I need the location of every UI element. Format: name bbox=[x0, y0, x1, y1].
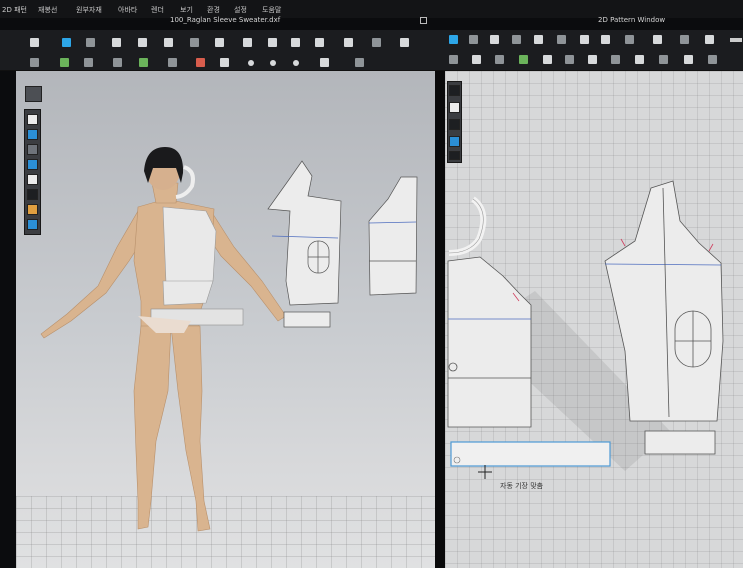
topstitch-icon[interactable] bbox=[196, 58, 205, 67]
grade-icon[interactable] bbox=[580, 35, 589, 44]
ruler-icon[interactable] bbox=[730, 38, 742, 42]
free-sew-icon[interactable] bbox=[84, 58, 93, 67]
menu-item-2d-pattern[interactable]: 2D 패턴 bbox=[2, 5, 27, 15]
menu-item-materials[interactable]: 원부자재 bbox=[76, 5, 102, 15]
steam-icon[interactable] bbox=[344, 38, 353, 47]
add-point-icon[interactable] bbox=[469, 35, 478, 44]
menu-item-avatar[interactable]: 아바타 bbox=[118, 5, 137, 15]
symmetry-icon[interactable] bbox=[705, 35, 714, 44]
sew-2d-icon[interactable] bbox=[449, 55, 458, 64]
pattern-collar[interactable] bbox=[448, 196, 487, 256]
fabric-2d-icon[interactable] bbox=[543, 55, 552, 64]
tack-on-avatar-icon[interactable] bbox=[139, 58, 148, 67]
rectangle-icon[interactable] bbox=[512, 35, 521, 44]
measure-icon[interactable] bbox=[268, 38, 277, 47]
segment-icon[interactable] bbox=[490, 35, 499, 44]
toolbar-2d bbox=[435, 30, 743, 71]
button-icon[interactable] bbox=[400, 38, 409, 47]
mirror-icon[interactable] bbox=[684, 55, 693, 64]
zip-icon[interactable] bbox=[372, 38, 381, 47]
main-window-title: 100_Raglan Sleeve Sweater.dxf bbox=[170, 16, 281, 24]
select-icon[interactable] bbox=[86, 38, 95, 47]
menu-item-settings[interactable]: 설정 bbox=[234, 5, 247, 15]
piping-icon[interactable] bbox=[220, 58, 229, 67]
cut-icon[interactable] bbox=[635, 55, 644, 64]
garment-hem[interactable] bbox=[162, 280, 214, 306]
check-2d-icon[interactable] bbox=[495, 55, 504, 64]
check-sew-icon[interactable] bbox=[113, 58, 122, 67]
edit-pattern-icon[interactable] bbox=[449, 35, 458, 44]
pleat-icon[interactable] bbox=[168, 58, 177, 67]
menu-item-help[interactable]: 도움말 bbox=[262, 5, 281, 15]
fold-icon[interactable] bbox=[112, 38, 121, 47]
topstitch-2d-icon[interactable] bbox=[519, 55, 528, 64]
marker-icon[interactable] bbox=[708, 55, 717, 64]
buttonhole-icon[interactable] bbox=[270, 60, 276, 66]
garment-front[interactable] bbox=[162, 206, 217, 284]
viewport-3d[interactable] bbox=[16, 71, 447, 568]
trim-icon[interactable] bbox=[355, 58, 364, 67]
multi-sew-icon[interactable] bbox=[472, 55, 481, 64]
pattern-piece-3d-back[interactable] bbox=[368, 176, 418, 296]
menu-item-render[interactable]: 렌더 bbox=[151, 5, 164, 15]
pattern-piece-3d-front[interactable] bbox=[267, 160, 342, 328]
trace-icon[interactable] bbox=[611, 55, 620, 64]
body-icon[interactable] bbox=[291, 38, 300, 47]
ellipse-icon[interactable] bbox=[534, 35, 543, 44]
pattern-piece-band[interactable] bbox=[450, 441, 611, 467]
add-button-icon[interactable] bbox=[248, 60, 254, 66]
pattern-window-2d[interactable]: 자동 기장 맞춤 bbox=[445, 71, 743, 568]
avatar-icon[interactable] bbox=[215, 38, 224, 47]
slash-icon[interactable] bbox=[659, 55, 668, 64]
seam-icon[interactable] bbox=[601, 35, 610, 44]
graphic-icon[interactable] bbox=[320, 58, 329, 67]
arrange-icon[interactable] bbox=[190, 38, 199, 47]
segment-sew-icon[interactable] bbox=[60, 58, 69, 67]
pattern-piece-front[interactable] bbox=[447, 256, 532, 428]
internal-line-icon[interactable] bbox=[557, 35, 566, 44]
menu-item-sewing[interactable]: 재봉선 bbox=[38, 5, 57, 15]
fold-pattern-icon[interactable] bbox=[680, 35, 689, 44]
restore-window-icon[interactable] bbox=[420, 17, 427, 24]
toolbar-3d bbox=[0, 30, 435, 71]
window-divider[interactable] bbox=[435, 71, 445, 568]
button-select-icon[interactable] bbox=[293, 60, 299, 66]
move-cursor-icon bbox=[478, 465, 492, 479]
texture-2d-icon[interactable] bbox=[565, 55, 574, 64]
tack-icon[interactable] bbox=[164, 38, 173, 47]
menu-item-view[interactable]: 보기 bbox=[180, 5, 193, 15]
avatar[interactable] bbox=[40, 182, 287, 532]
tooltip-text: 자동 기장 맞춤 bbox=[500, 482, 544, 490]
run-icon[interactable] bbox=[30, 58, 39, 67]
simulate-icon[interactable] bbox=[243, 38, 252, 47]
notch-icon[interactable] bbox=[625, 35, 634, 44]
graphic-2d-icon[interactable] bbox=[588, 55, 597, 64]
pattern-canvas bbox=[447, 180, 724, 479]
scene-3d bbox=[40, 147, 418, 532]
pin-icon[interactable] bbox=[138, 38, 147, 47]
menu-item-environment[interactable]: 환경 bbox=[207, 5, 220, 15]
move-icon[interactable] bbox=[30, 38, 39, 47]
transform-icon[interactable] bbox=[62, 38, 71, 47]
pattern-window-title: 2D Pattern Window bbox=[598, 16, 666, 24]
figure-icon[interactable] bbox=[315, 38, 324, 47]
dart-icon[interactable] bbox=[653, 35, 662, 44]
